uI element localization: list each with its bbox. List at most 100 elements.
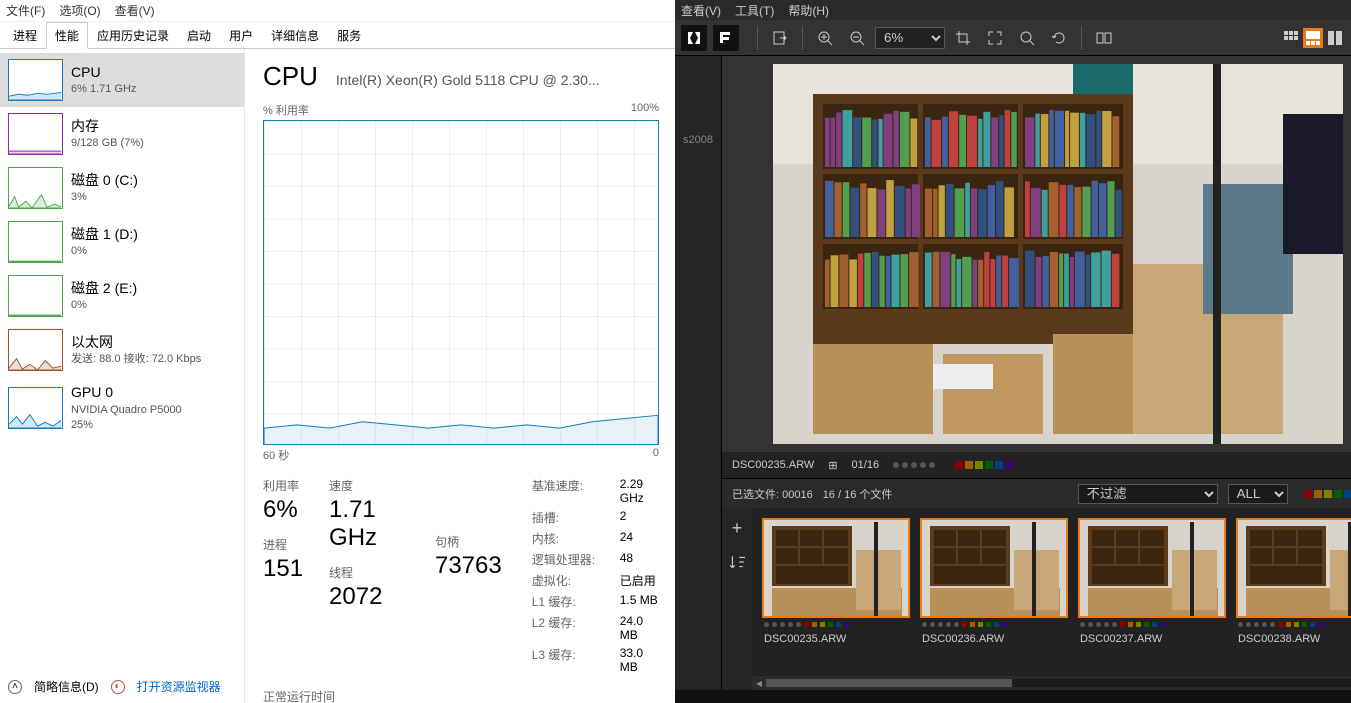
thumbnail-3[interactable]: DSC00238.ARW [1236, 518, 1351, 676]
sidebar-item-5[interactable]: 以太网 发送: 88.0 接收: 72.0 Kbps [0, 323, 244, 377]
chart-label-util: % 利用率 [263, 102, 309, 118]
image-viewer-window: 查看(V) 工具(T) 帮助(H) 6% s2008 [675, 0, 1351, 703]
folder-panel[interactable]: s2008 [675, 56, 722, 690]
spec-label: L2 缓存: [532, 614, 612, 642]
thumb-filename: DSC00235.ARW [762, 631, 910, 647]
add-icon[interactable]: + [723, 514, 751, 542]
rotate-icon[interactable] [1045, 24, 1073, 52]
speed-value: 1.71 GHz [329, 496, 409, 552]
tab-details[interactable]: 详细信息 [262, 22, 328, 48]
zoom-out-icon[interactable] [843, 24, 871, 52]
spec-value: 48 [620, 551, 659, 568]
thumb-filename: DSC00238.ARW [1236, 631, 1351, 647]
windows-taskbar[interactable] [675, 690, 1351, 703]
tab-app-history[interactable]: 应用历史记录 [88, 22, 178, 48]
loupe-icon[interactable] [1013, 24, 1041, 52]
sidebar-item-0[interactable]: CPU 6% 1.71 GHz [0, 53, 244, 107]
spec-label: 插槽: [532, 509, 612, 526]
thumb-scrollbar[interactable]: ◂ ▸ [752, 676, 1351, 690]
image-canvas[interactable] [722, 56, 1351, 452]
performance-main: CPU Intel(R) Xeon(R) Gold 5118 CPU @ 2.3… [245, 49, 675, 703]
tab-startup[interactable]: 启动 [178, 22, 220, 48]
task-manager-menubar: 文件(F) 选项(O) 查看(V) [0, 0, 675, 22]
iv-menu-help[interactable]: 帮助(H) [788, 2, 829, 19]
app-logo [681, 25, 739, 51]
spec-value: 24.0 MB [620, 614, 659, 642]
color-labels[interactable] [955, 461, 1013, 469]
thumbnail-strip[interactable]: DSC00235.ARW DSC00236.ARW [752, 508, 1351, 676]
thumb-filename: DSC00237.ARW [1078, 631, 1226, 647]
folder-label: s2008 [683, 134, 713, 146]
task-manager-tabs: 进程 性能 应用历史记录 启动 用户 详细信息 服务 [0, 22, 675, 49]
tab-services[interactable]: 服务 [328, 22, 370, 48]
zoom-select[interactable]: 6% [875, 27, 945, 49]
file-count: 16 / 16 个文件 [823, 486, 893, 502]
task-manager-window: 文件(F) 选项(O) 查看(V) 进程 性能 应用历史记录 启动 用户 详细信… [0, 0, 675, 703]
thumb-side-tools: + [722, 508, 752, 690]
filter-select-1[interactable]: 不过滤 [1078, 484, 1218, 504]
fit-icon[interactable] [981, 24, 1009, 52]
spec-label: 基准速度: [532, 477, 612, 505]
sidebar-item-3[interactable]: 磁盘 1 (D:) 0% [0, 215, 244, 269]
spec-label: L1 缓存: [532, 593, 612, 610]
cpu-model: Intel(R) Xeon(R) Gold 5118 CPU @ 2.30... [336, 72, 600, 88]
view-single-icon[interactable] [1325, 28, 1345, 48]
crop-icon[interactable] [949, 24, 977, 52]
resmon-icon: ◐ [111, 680, 125, 694]
image-viewer-toolbar: 6% [675, 20, 1351, 56]
util-value: 6% [263, 496, 303, 524]
image-position: 01/16 [852, 459, 880, 471]
spec-value: 24 [620, 530, 659, 547]
performance-sidebar: CPU 6% 1.71 GHz 内存 9/128 GB (7%) 磁 [0, 49, 245, 703]
tab-performance[interactable]: 性能 [46, 22, 88, 49]
iv-menu-tools[interactable]: 工具(T) [735, 2, 774, 19]
thumbnail-0[interactable]: DSC00235.ARW [762, 518, 910, 676]
chart-label-0: 0 [653, 447, 659, 463]
thread-label: 线程 [329, 564, 409, 581]
chart-label-60s: 60 秒 [263, 447, 289, 463]
menu-view[interactable]: 查看(V) [115, 2, 155, 19]
export-icon[interactable] [766, 24, 794, 52]
thumbnail-1[interactable]: DSC00236.ARW [920, 518, 1068, 676]
rating-dots[interactable] [893, 462, 935, 468]
view-filmstrip-icon[interactable] [1303, 28, 1323, 48]
chevron-up-icon[interactable]: ˄ [8, 680, 22, 694]
cpu-heading: CPU [263, 61, 318, 92]
spec-value: 33.0 MB [620, 646, 659, 674]
selected-count: 已选文件: 00016 [732, 486, 813, 502]
iv-menu-view[interactable]: 查看(V) [681, 2, 721, 19]
tab-processes[interactable]: 进程 [4, 22, 46, 48]
thumbnail-2[interactable]: DSC00237.ARW [1078, 518, 1226, 676]
view-grid-icon[interactable] [1281, 28, 1301, 48]
zoom-in-icon[interactable] [811, 24, 839, 52]
compare-icon[interactable] [1090, 24, 1118, 52]
menu-file[interactable]: 文件(F) [6, 2, 45, 19]
menu-options[interactable]: 选项(O) [59, 2, 100, 19]
tab-users[interactable]: 用户 [220, 22, 262, 48]
sidebar-item-6[interactable]: GPU 0 NVIDIA Quadro P500025% [0, 377, 244, 439]
thumb-filename: DSC00236.ARW [920, 631, 1068, 647]
util-label: 利用率 [263, 477, 303, 494]
handle-value: 73763 [435, 552, 502, 580]
filter-color-labels[interactable] [1304, 490, 1351, 498]
sidebar-item-1[interactable]: 内存 9/128 GB (7%) [0, 107, 244, 161]
chart-label-100: 100% [631, 102, 659, 118]
grid-icon: ⊞ [828, 459, 837, 472]
spec-label: L3 缓存: [532, 646, 612, 674]
spec-value: 1.5 MB [620, 593, 659, 610]
current-filename: DSC00235.ARW [732, 459, 814, 471]
sidebar-item-4[interactable]: 磁盘 2 (E:) 0% [0, 269, 244, 323]
fewer-details-link[interactable]: 简略信息(D) [34, 678, 99, 695]
proc-label: 进程 [263, 536, 303, 553]
open-resmon-link[interactable]: 打开资源监视器 [137, 678, 221, 695]
image-status-bar: DSC00235.ARW ⊞ 01/16 [722, 452, 1351, 478]
proc-value: 151 [263, 555, 303, 583]
spec-value: 2 [620, 509, 659, 526]
image-viewer-menubar: 查看(V) 工具(T) 帮助(H) [675, 0, 1351, 20]
sidebar-item-2[interactable]: 磁盘 0 (C:) 3% [0, 161, 244, 215]
preview-image [773, 64, 1343, 444]
thread-value: 2072 [329, 583, 409, 611]
sort-icon[interactable] [723, 548, 751, 576]
filter-select-2[interactable]: ALL [1228, 484, 1288, 504]
spec-value: 2.29 GHz [620, 477, 659, 505]
